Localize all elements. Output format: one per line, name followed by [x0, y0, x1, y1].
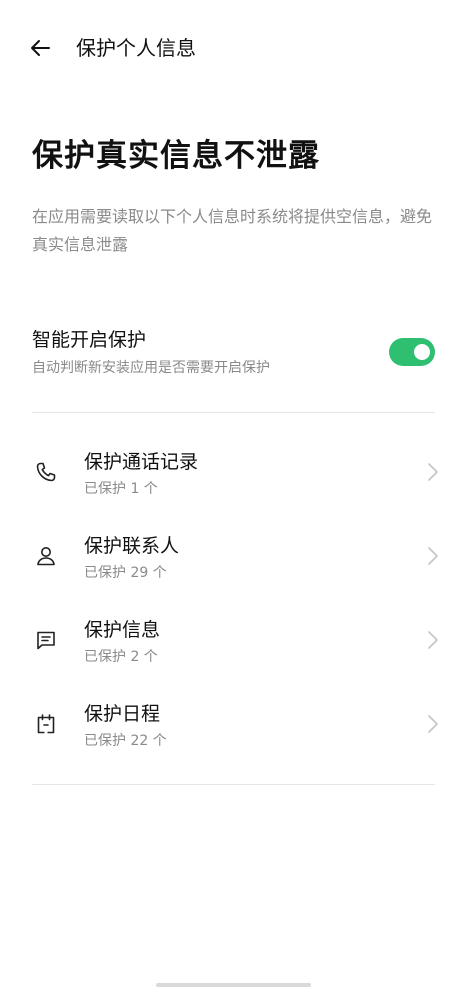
smart-protect-toggle[interactable]: [389, 338, 435, 366]
phone-icon: [36, 462, 56, 482]
smart-protect-row[interactable]: 智能开启保护 自动判断新安装应用是否需要开启保护: [32, 326, 435, 382]
message-icon: [37, 631, 55, 650]
list-item-subtitle: 已保护 2 个: [84, 649, 158, 665]
smart-protect-subtitle: 自动判断新安装应用是否需要开启保护: [32, 360, 270, 376]
chevron-right-icon: [428, 547, 438, 565]
divider-top: [32, 412, 435, 413]
protect-list: 保护通话记录 已保护 1 个 保护联系人 已保护 29 个 保护信息 已保护 2…: [0, 430, 467, 766]
list-item-title: 保护通话记录: [84, 451, 199, 473]
list-item-call-log[interactable]: 保护通话记录 已保护 1 个: [0, 430, 467, 514]
divider-bottom: [32, 784, 435, 785]
list-item-subtitle: 已保护 29 个: [84, 565, 167, 581]
list-item-subtitle: 已保护 22 个: [84, 733, 167, 749]
list-item-subtitle: 已保护 1 个: [84, 481, 158, 497]
chevron-right-icon: [428, 631, 438, 649]
hero-title: 保护真实信息不泄露: [32, 138, 320, 174]
top-bar: 保护个人信息: [0, 0, 467, 94]
calendar-icon: [37, 714, 55, 734]
toggle-knob: [414, 344, 430, 360]
list-item-calendar[interactable]: 保护日程 已保护 22 个: [0, 682, 467, 766]
list-item-messages[interactable]: 保护信息 已保护 2 个: [0, 598, 467, 682]
page-title: 保护个人信息: [76, 36, 196, 60]
smart-protect-title: 智能开启保护: [32, 329, 147, 351]
chevron-right-icon: [428, 715, 438, 733]
home-indicator[interactable]: [156, 983, 311, 987]
arrow-left-icon: [31, 40, 50, 56]
list-item-title: 保护联系人: [84, 535, 180, 557]
list-item-title: 保护信息: [84, 619, 161, 641]
list-item-title: 保护日程: [84, 703, 161, 725]
hero-description: 在应用需要读取以下个人信息时系统将提供空信息，避免真实信息泄露: [32, 207, 433, 254]
contact-person-icon: [37, 547, 55, 566]
list-item-contacts[interactable]: 保护联系人 已保护 29 个: [0, 514, 467, 598]
chevron-right-icon: [428, 463, 438, 481]
back-button[interactable]: [20, 30, 60, 66]
